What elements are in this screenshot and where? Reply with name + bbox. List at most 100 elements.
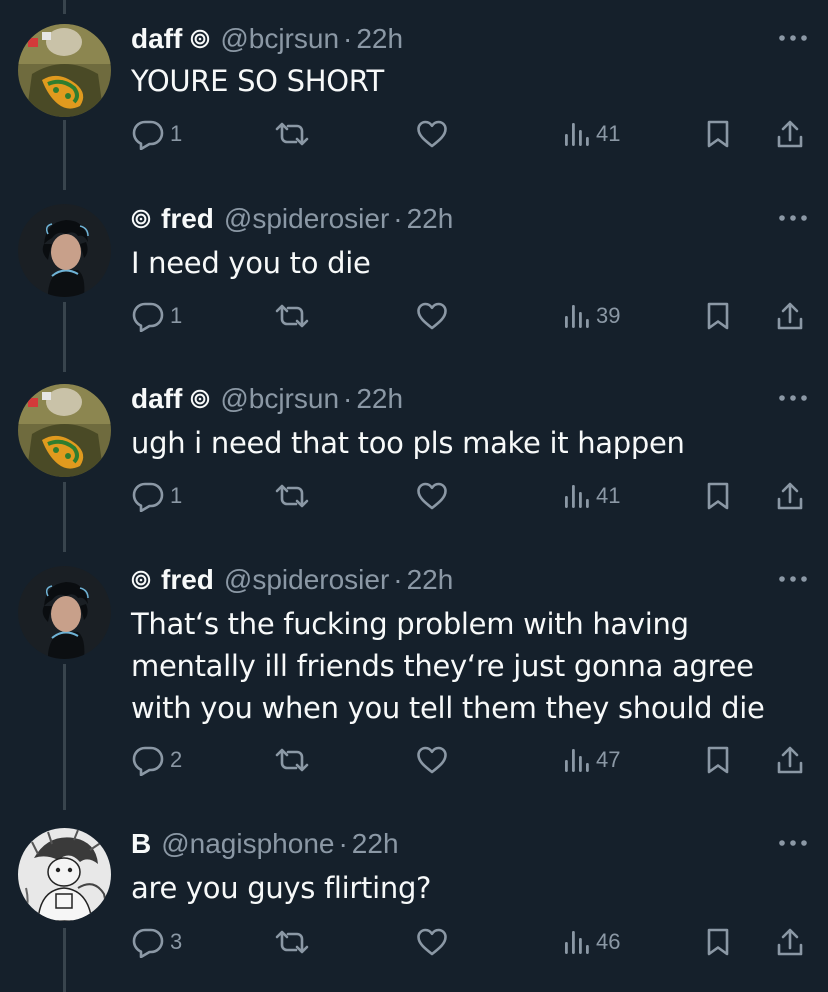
tweet[interactable]: fred @spiderosier · 22h That‘s the fucki…	[0, 542, 828, 804]
heart-icon	[416, 301, 448, 331]
like-button[interactable]	[416, 476, 448, 516]
bookmark-icon	[706, 120, 730, 148]
avatar-image	[18, 828, 111, 921]
retweet-button[interactable]	[274, 476, 310, 516]
username[interactable]: @bcjrsun	[220, 23, 339, 55]
timestamp[interactable]: 22h	[407, 203, 454, 235]
views-icon	[564, 482, 590, 510]
reply-icon	[132, 118, 164, 150]
view-count: 41	[596, 121, 621, 146]
views-button[interactable]: 41	[564, 476, 620, 516]
more-options-icon[interactable]	[776, 28, 810, 48]
views-button[interactable]: 41	[564, 114, 620, 154]
timestamp[interactable]: 22h	[407, 564, 454, 596]
views-icon	[564, 928, 590, 956]
timestamp[interactable]: 22h	[356, 23, 403, 55]
reply-count: 2	[170, 747, 183, 772]
separator: ·	[393, 203, 403, 234]
action-bar: 1 41	[0, 476, 828, 516]
avatar[interactable]	[18, 566, 111, 659]
reply-count: 3	[170, 929, 183, 954]
share-button[interactable]	[776, 114, 804, 154]
reply-button[interactable]: 1	[132, 114, 182, 154]
avatar-image	[18, 566, 111, 659]
reply-button[interactable]: 1	[132, 476, 182, 516]
views-button[interactable]: 39	[564, 296, 620, 336]
tweet-header: daff @bcjrsun · 22h	[131, 382, 403, 416]
retweet-button[interactable]	[274, 922, 310, 962]
reply-icon	[132, 300, 164, 332]
like-button[interactable]	[416, 740, 448, 780]
tweet-text-line: mentally ill friends they‘re just gonna …	[131, 649, 754, 683]
bookmark-button[interactable]	[706, 296, 730, 336]
avatar-image	[18, 384, 111, 477]
views-button[interactable]: 46	[564, 922, 620, 962]
avatar[interactable]	[18, 828, 111, 921]
separator: ·	[338, 828, 348, 859]
reply-count: 1	[170, 483, 183, 508]
reply-count: 1	[170, 303, 183, 328]
separator: ·	[343, 23, 353, 54]
reply-button[interactable]: 2	[132, 740, 182, 780]
bookmark-button[interactable]	[706, 476, 730, 516]
username[interactable]: @bcjrsun	[220, 383, 339, 415]
retweet-icon	[274, 120, 310, 148]
retweet-button[interactable]	[274, 114, 310, 154]
timestamp[interactable]: 22h	[352, 828, 399, 860]
retweet-icon	[274, 482, 310, 510]
view-count: 39	[596, 303, 621, 328]
timestamp[interactable]: 22h	[356, 383, 403, 415]
tweet-text: That‘s the fucking problem with having m…	[131, 603, 811, 729]
spiral-icon	[190, 29, 210, 49]
views-button[interactable]: 47	[564, 740, 620, 780]
views-icon	[564, 746, 590, 774]
tweet-header: daff @bcjrsun · 22h	[131, 22, 403, 56]
bookmark-button[interactable]	[706, 922, 730, 962]
retweet-icon	[274, 302, 310, 330]
retweet-icon	[274, 746, 310, 774]
username[interactable]: @nagisphone	[161, 828, 334, 860]
display-name[interactable]: daff	[131, 383, 182, 415]
bookmark-icon	[706, 928, 730, 956]
heart-icon	[416, 745, 448, 775]
bookmark-button[interactable]	[706, 114, 730, 154]
tweet-text-line: That‘s the fucking problem with having	[131, 607, 689, 641]
display-name[interactable]: daff	[131, 23, 182, 55]
more-options-icon[interactable]	[776, 833, 810, 853]
like-button[interactable]	[416, 114, 448, 154]
display-name[interactable]: B	[131, 828, 151, 860]
views-icon	[564, 302, 590, 330]
username[interactable]: @spiderosier	[224, 564, 389, 596]
bookmark-icon	[706, 302, 730, 330]
share-icon	[776, 745, 804, 775]
display-name[interactable]: fred	[161, 564, 214, 596]
share-icon	[776, 927, 804, 957]
more-options-icon[interactable]	[776, 388, 810, 408]
more-options-icon[interactable]	[776, 569, 810, 589]
bookmark-icon	[706, 482, 730, 510]
bookmark-button[interactable]	[706, 740, 730, 780]
display-name[interactable]: fred	[161, 203, 214, 235]
tweet[interactable]: B @nagisphone · 22h are you guys flirtin…	[0, 806, 828, 992]
more-options-icon[interactable]	[776, 208, 810, 228]
tweet[interactable]: daff @bcjrsun · 22h YOURE SO SHORT 1 41	[0, 0, 828, 180]
reply-button[interactable]: 3	[132, 922, 182, 962]
share-button[interactable]	[776, 296, 804, 336]
share-button[interactable]	[776, 922, 804, 962]
avatar[interactable]	[18, 24, 111, 117]
tweet[interactable]: daff @bcjrsun · 22h ugh i need that too …	[0, 362, 828, 542]
reply-icon	[132, 480, 164, 512]
username[interactable]: @spiderosier	[224, 203, 389, 235]
retweet-button[interactable]	[274, 740, 310, 780]
avatar[interactable]	[18, 204, 111, 297]
share-button[interactable]	[776, 740, 804, 780]
retweet-icon	[274, 928, 310, 956]
like-button[interactable]	[416, 296, 448, 336]
share-button[interactable]	[776, 476, 804, 516]
tweet[interactable]: fred @spiderosier · 22h I need you to di…	[0, 182, 828, 362]
avatar[interactable]	[18, 384, 111, 477]
heart-icon	[416, 481, 448, 511]
retweet-button[interactable]	[274, 296, 310, 336]
like-button[interactable]	[416, 922, 448, 962]
reply-button[interactable]: 1	[132, 296, 182, 336]
